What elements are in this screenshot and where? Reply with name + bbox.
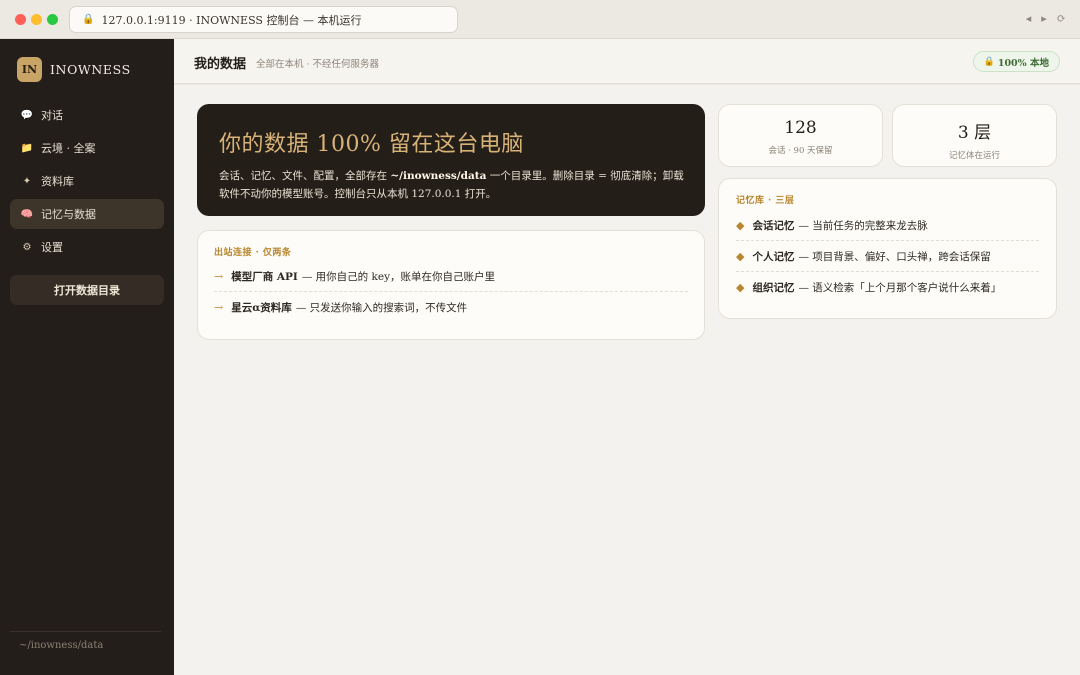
chat-icon: 💬 — [20, 109, 34, 121]
connection-title: 星云α资料库 — [231, 302, 292, 314]
list-item: ◆ 组织记忆 — 语义检索「上个月那个客户说什么来着」 — [736, 272, 1039, 303]
stat-value: 3 层 — [957, 123, 992, 143]
sidebar-item-label: 资料库 — [41, 175, 74, 188]
close-window-button[interactable] — [15, 14, 26, 25]
brand-name: INOWNESS — [50, 62, 131, 77]
arrow-right-icon: → — [214, 301, 224, 314]
divider — [10, 631, 161, 632]
address-text: 127.0.0.1:9119 · INOWNESS 控制台 — 本机运行 — [101, 13, 362, 27]
connection-title: 模型厂商 API — [231, 270, 298, 283]
brand-logo: IN — [17, 57, 42, 82]
card-label: 出站连接 · 仅两条 — [214, 248, 292, 258]
stat-card-memory-layers: 3 层 记忆体在运行 — [892, 104, 1057, 167]
sidebar-item-label: 记忆与数据 — [41, 208, 96, 221]
page-title: 我的数据 — [194, 57, 247, 72]
connection-desc: — 用你自己的 key，账单在你自己账户里 — [301, 270, 496, 283]
list-item: → 模型厂商 API — 用你自己的 key，账单在你自己账户里 — [214, 261, 688, 292]
stat-label: 会话 · 90 天保留 — [768, 146, 833, 156]
stat-value: 128 — [784, 118, 817, 138]
local-badge-label: 100% 本地 — [997, 57, 1049, 69]
sidebar-item-chat[interactable]: 💬 对话 — [10, 100, 164, 130]
list-item: ◆ 个人记忆 — 项目背景、偏好、口头禅，跨会话保留 — [736, 241, 1039, 272]
memory-title: 组织记忆 — [752, 282, 795, 294]
open-data-dir-button[interactable]: 打开数据目录 — [10, 275, 164, 305]
hero-description: 会话、记忆、文件、配置，全部存在 ~/inowness/data 一个目录里。删… — [219, 167, 685, 203]
sidebar-item-library[interactable]: ✦ 资料库 — [10, 166, 164, 196]
list-item: ◆ 会话记忆 — 当前任务的完整来龙去脉 — [736, 210, 1039, 241]
diamond-icon: ◆ — [736, 218, 745, 232]
stat-card-sessions: 128 会话 · 90 天保留 — [718, 104, 883, 167]
page-subtitle: 全部在本机 · 不经任何服务器 — [256, 59, 380, 70]
sidebar-item-memory-data[interactable]: 🧠 记忆与数据 — [10, 199, 164, 229]
browser-nav: ◂ ▸ ⟳ — [1026, 12, 1066, 25]
hero-desc-pre: 会话、记忆、文件、配置，全部存在 — [219, 170, 391, 182]
stat-label: 记忆体在运行 — [948, 151, 1000, 161]
memory-desc: — 语义检索「上个月那个客户说什么来着」 — [798, 282, 1002, 294]
lock-icon: 🔒 — [983, 56, 995, 67]
outbound-connections-card: 出站连接 · 仅两条 → 模型厂商 API — 用你自己的 key，账单在你自己… — [197, 230, 705, 340]
forward-icon[interactable]: ▸ — [1041, 12, 1047, 25]
connection-desc: — 只发送你输入的搜索词，不传文件 — [295, 302, 468, 314]
back-icon[interactable]: ◂ — [1026, 12, 1032, 25]
sidebar-item-settings[interactable]: ⚙ 设置 — [10, 232, 164, 262]
sidebar-nav: 💬 对话 📁 云境 · 全案 ✦ 资料库 🧠 记忆与数据 ⚙ 设置 — [10, 100, 164, 265]
minimize-window-button[interactable] — [31, 14, 42, 25]
memory-title: 个人记忆 — [752, 250, 795, 263]
brand[interactable]: IN INOWNESS — [17, 57, 131, 82]
main-header: 我的数据 全部在本机 · 不经任何服务器 🔒 100% 本地 — [174, 39, 1080, 84]
gear-icon: ⚙ — [22, 241, 32, 253]
arrow-right-icon: → — [214, 269, 224, 283]
sidebar-item-label: 云境 · 全案 — [41, 142, 96, 155]
card-label: 记忆库 · 三层 — [736, 196, 795, 206]
data-path: ~/inowness/data — [19, 640, 104, 651]
maximize-window-button[interactable] — [47, 14, 58, 25]
diamond-icon: ◆ — [736, 281, 745, 294]
sidebar-item-projects[interactable]: 📁 云境 · 全案 — [10, 133, 164, 163]
sidebar-item-label: 对话 — [41, 109, 63, 122]
sparkle-icon: ✦ — [22, 175, 32, 187]
folder-icon: 📁 — [20, 142, 34, 154]
sidebar: IN INOWNESS 💬 对话 📁 云境 · 全案 ✦ 资料库 🧠 记忆与数据… — [0, 39, 174, 675]
memory-desc: — 项目背景、偏好、口头禅，跨会话保留 — [798, 250, 991, 263]
local-status-badge: 🔒 100% 本地 — [972, 51, 1060, 72]
memory-title: 会话记忆 — [752, 219, 795, 232]
browser-chrome: 🔒 127.0.0.1:9119 · INOWNESS 控制台 — 本机运行 ◂… — [0, 0, 1080, 39]
hero-card: 你的数据 100% 留在这台电脑 会话、记忆、文件、配置，全部存在 ~/inow… — [197, 104, 705, 216]
address-bar[interactable]: 🔒 127.0.0.1:9119 · INOWNESS 控制台 — 本机运行 — [69, 6, 458, 33]
memory-layers-card: 记忆库 · 三层 ◆ 会话记忆 — 当前任务的完整来龙去脉 ◆ 个人记忆 — 项… — [718, 178, 1057, 319]
sidebar-item-label: 设置 — [41, 241, 63, 254]
hero-desc-path: ~/inowness/data — [390, 170, 487, 182]
diamond-icon: ◆ — [736, 249, 745, 263]
reload-icon[interactable]: ⟳ — [1057, 12, 1066, 25]
memory-desc: — 当前任务的完整来龙去脉 — [798, 219, 928, 232]
hero-title: 你的数据 100% 留在这台电脑 — [219, 132, 524, 157]
list-item: → 星云α资料库 — 只发送你输入的搜索词，不传文件 — [214, 292, 688, 323]
brain-icon: 🧠 — [20, 208, 34, 220]
lock-icon: 🔒 — [82, 14, 95, 25]
